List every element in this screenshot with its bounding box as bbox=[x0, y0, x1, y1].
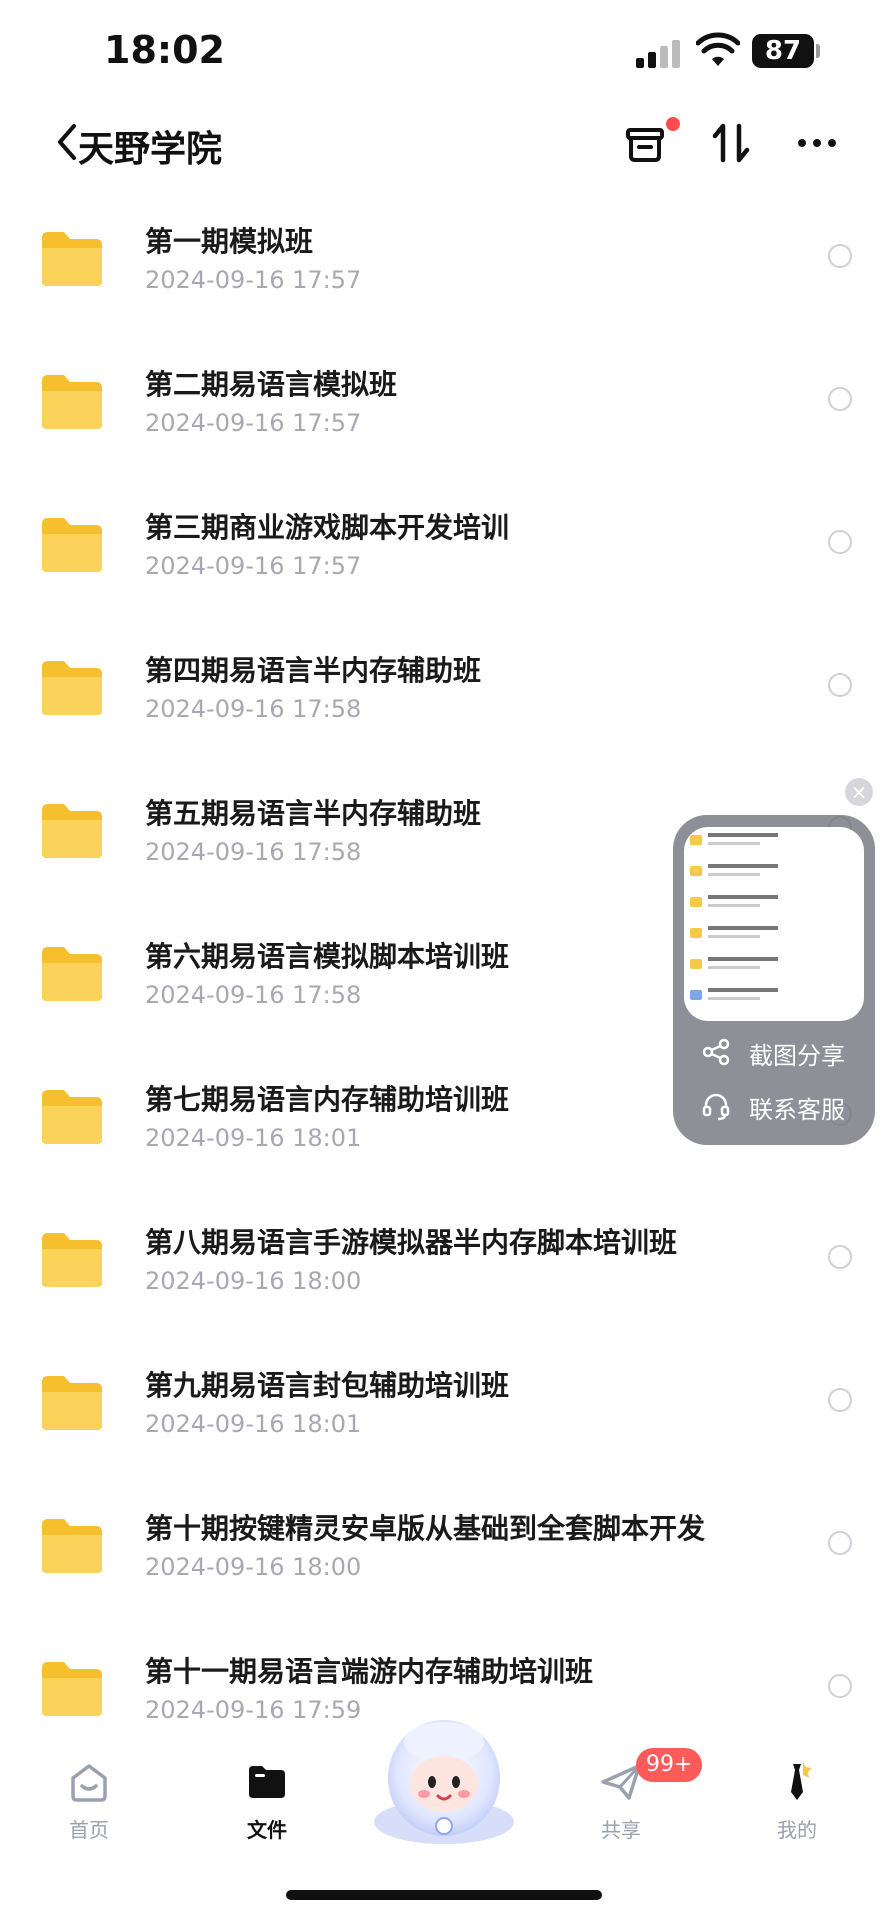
folder-filled-icon bbox=[249, 1766, 285, 1798]
file-date: 2024-09-16 17:57 bbox=[145, 266, 362, 294]
tab-home-label: 首页 bbox=[69, 1818, 109, 1842]
thumbnail-row bbox=[684, 858, 864, 889]
page-title: 天野学院 bbox=[78, 129, 223, 170]
thumbnail-row bbox=[684, 982, 864, 1013]
transfer-box-icon[interactable] bbox=[620, 118, 670, 168]
mascot-ai-button[interactable] bbox=[366, 1712, 522, 1850]
folder-icon bbox=[42, 1662, 102, 1716]
battery-indicator: 87 bbox=[752, 34, 814, 68]
file-date: 2024-09-16 17:58 bbox=[145, 981, 362, 1009]
select-radio[interactable] bbox=[828, 673, 852, 697]
select-radio[interactable] bbox=[828, 387, 852, 411]
tab-home[interactable]: 首页 bbox=[34, 1760, 144, 1870]
file-name: 第九期易语言封包辅助培训班 bbox=[145, 1369, 510, 1402]
list-item[interactable]: 第十期按键精灵安卓版从基础到全套脚本开发 2024-09-16 18:00 bbox=[0, 1487, 887, 1630]
folder-icon bbox=[42, 1376, 102, 1430]
file-name: 第五期易语言半内存辅助班 bbox=[145, 797, 482, 830]
folder-icon bbox=[42, 232, 102, 286]
file-name: 第三期商业游戏脚本开发培训 bbox=[145, 511, 510, 544]
file-name: 第十期按键精灵安卓版从基础到全套脚本开发 bbox=[145, 1512, 706, 1545]
folder-icon bbox=[42, 1233, 102, 1287]
screenshot-share-button[interactable]: 截图分享 bbox=[673, 1027, 875, 1077]
list-item[interactable]: 第九期易语言封包辅助培训班 2024-09-16 18:01 bbox=[0, 1344, 887, 1487]
file-date: 2024-09-16 17:57 bbox=[145, 552, 362, 580]
file-date: 2024-09-16 17:58 bbox=[145, 695, 362, 723]
file-date: 2024-09-16 17:57 bbox=[145, 409, 362, 437]
tab-share-label: 共享 bbox=[601, 1818, 641, 1842]
select-radio[interactable] bbox=[828, 1245, 852, 1269]
folder-icon bbox=[42, 1519, 102, 1573]
contact-support-button[interactable]: 联系客服 bbox=[673, 1081, 875, 1131]
folder-icon bbox=[42, 947, 102, 1001]
support-label: 联系客服 bbox=[749, 1096, 845, 1124]
file-name: 第一期模拟班 bbox=[145, 225, 314, 258]
file-name: 第二期易语言模拟班 bbox=[145, 368, 398, 401]
share-label: 截图分享 bbox=[749, 1042, 845, 1070]
file-name: 第八期易语言手游模拟器半内存脚本培训班 bbox=[145, 1226, 678, 1259]
list-item[interactable]: 第四期易语言半内存辅助班 2024-09-16 17:58 bbox=[0, 629, 887, 772]
nav-header: 天野学院 bbox=[0, 100, 887, 190]
headset-icon bbox=[702, 1093, 730, 1121]
folder-icon bbox=[42, 375, 102, 429]
profile-tie-icon bbox=[791, 1762, 812, 1800]
cellular-signal-icon bbox=[636, 38, 686, 68]
file-date: 2024-09-16 18:01 bbox=[145, 1124, 362, 1152]
file-date: 2024-09-16 17:59 bbox=[145, 1696, 362, 1724]
list-item[interactable]: 第八期易语言手游模拟器半内存脚本培训班 2024-09-16 18:00 bbox=[0, 1201, 887, 1344]
status-bar: 18:02 87 bbox=[0, 0, 887, 100]
tab-files[interactable]: 文件 bbox=[212, 1760, 322, 1870]
share-icon bbox=[702, 1038, 730, 1066]
file-date: 2024-09-16 18:00 bbox=[145, 1267, 362, 1295]
file-name: 第六期易语言模拟脚本培训班 bbox=[145, 940, 510, 973]
select-radio[interactable] bbox=[828, 530, 852, 554]
tab-files-label: 文件 bbox=[247, 1818, 287, 1842]
select-radio[interactable] bbox=[828, 244, 852, 268]
list-item[interactable]: 第一期模拟班 2024-09-16 17:57 bbox=[0, 200, 887, 343]
list-item[interactable]: 第三期商业游戏脚本开发培训 2024-09-16 17:57 bbox=[0, 486, 887, 629]
tab-mine[interactable]: 我的 bbox=[742, 1760, 852, 1870]
file-date: 2024-09-16 18:00 bbox=[145, 1553, 362, 1581]
thumbnail-row bbox=[684, 889, 864, 920]
thumbnail-row bbox=[684, 827, 864, 858]
select-radio[interactable] bbox=[828, 1674, 852, 1698]
floating-screenshot-panel: 截图分享 联系客服 bbox=[673, 815, 875, 1145]
sort-icon[interactable] bbox=[706, 118, 756, 168]
folder-icon bbox=[42, 518, 102, 572]
more-options-icon[interactable] bbox=[792, 118, 842, 168]
wifi-icon bbox=[696, 32, 740, 66]
floating-close-button[interactable]: × bbox=[845, 778, 873, 806]
thumbnail-row bbox=[684, 920, 864, 951]
file-name: 第七期易语言内存辅助培训班 bbox=[145, 1083, 510, 1116]
screenshot-thumbnail[interactable] bbox=[684, 827, 864, 1021]
folder-icon bbox=[42, 804, 102, 858]
battery-tip bbox=[816, 44, 820, 58]
file-date: 2024-09-16 18:01 bbox=[145, 1410, 362, 1438]
select-radio[interactable] bbox=[828, 1388, 852, 1412]
notification-dot bbox=[666, 117, 680, 131]
home-icon bbox=[71, 1764, 107, 1802]
status-time: 18:02 bbox=[104, 28, 225, 72]
file-name: 第十一期易语言端游内存辅助培训班 bbox=[145, 1655, 594, 1688]
folder-icon bbox=[42, 661, 102, 715]
tab-mine-label: 我的 bbox=[777, 1818, 817, 1842]
file-date: 2024-09-16 17:58 bbox=[145, 838, 362, 866]
share-badge: 99+ bbox=[636, 1748, 703, 1782]
thumbnail-row bbox=[684, 951, 864, 982]
home-indicator bbox=[286, 1890, 602, 1900]
file-name: 第四期易语言半内存辅助班 bbox=[145, 654, 482, 687]
list-item[interactable]: 第二期易语言模拟班 2024-09-16 17:57 bbox=[0, 343, 887, 486]
select-radio[interactable] bbox=[828, 1531, 852, 1555]
folder-icon bbox=[42, 1090, 102, 1144]
